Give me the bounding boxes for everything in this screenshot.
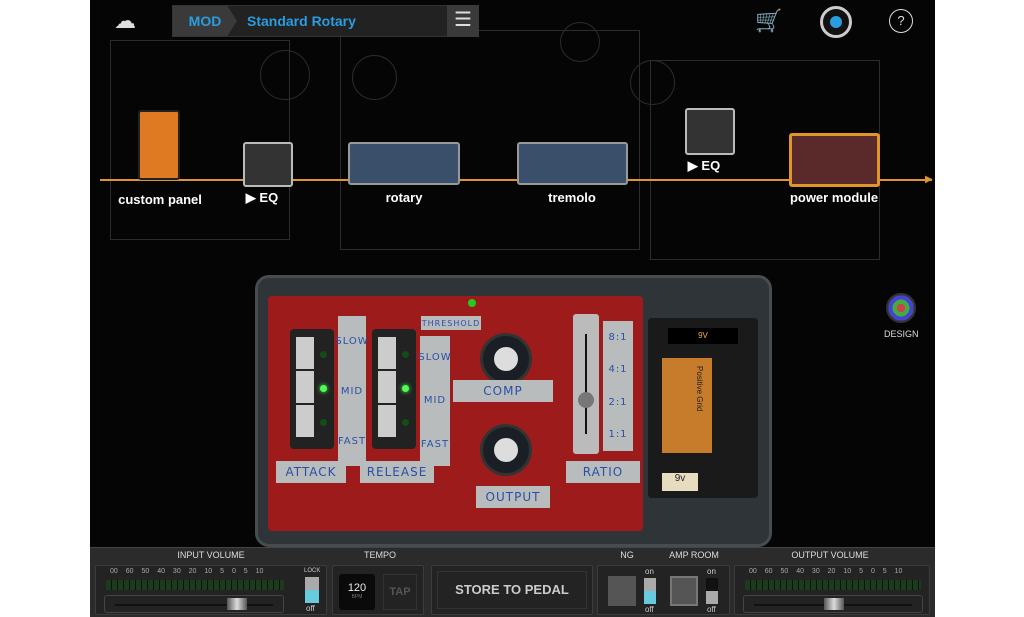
attack-options: SLOW MID FAST [335, 316, 368, 466]
release-options: SLOW MID FAST [418, 336, 451, 466]
attack-switch[interactable] [290, 329, 334, 449]
chain-arrow-icon: ▶ [925, 174, 933, 185]
lock-toggle[interactable] [305, 577, 319, 603]
gear-icon[interactable] [820, 6, 852, 38]
amp-room-label: AMP ROOM [669, 550, 719, 560]
chain-label-tremolo: tremolo [548, 190, 596, 205]
cloud-icon[interactable]: ☁ [114, 8, 148, 34]
chain-label-eq-1: ▶ EQ [245, 190, 279, 205]
release-fast[interactable]: FAST [421, 439, 449, 450]
input-volume-slider[interactable] [104, 595, 284, 613]
output-volume-label: OUTPUT VOLUME [791, 550, 869, 560]
input-volume-panel: 00 60 50 40 30 20 10 5 0 5 10 LOCK off [95, 565, 327, 615]
attack-slow[interactable]: SLOW [335, 336, 368, 347]
eq-unit-1[interactable] [243, 142, 293, 187]
tempo-label: TEMPO [363, 550, 397, 560]
battery: Positive Grid [662, 358, 712, 453]
tremolo-unit[interactable] [517, 142, 628, 185]
attack-fast[interactable]: FAST [338, 436, 366, 447]
ng-amp-room-panel: on off on off [597, 565, 730, 615]
bpm-value: 120 [347, 582, 367, 594]
tap-button[interactable]: TAP [383, 574, 417, 610]
power-module-unit[interactable] [789, 133, 880, 187]
output-level-meter [745, 580, 921, 590]
threshold-led [468, 299, 476, 307]
store-panel: STORE TO PEDAL [431, 565, 593, 615]
tempo-panel: 120 BPM TAP [332, 565, 424, 615]
battery-tag: 9v [662, 473, 698, 491]
chain-label-power-module: power module [789, 190, 879, 205]
input-meter-scale: 00 60 50 40 30 20 10 5 0 5 10 [110, 568, 264, 575]
preset-selector[interactable]: MOD Standard Rotary ▼ [172, 5, 479, 37]
lock-label: LOCK [304, 568, 321, 574]
bpm-unit: BPM [351, 594, 363, 600]
amp-room-toggle[interactable] [706, 578, 718, 604]
threshold-label: THRESHOLD [421, 316, 481, 330]
attack-label: ATTACK [276, 461, 346, 483]
pcb-board: THRESHOLD SLOW MID FAST SLOW MID FAST AT… [268, 296, 643, 531]
ratio-4-1: 4:1 [608, 364, 628, 376]
battery-voltage: 9V [668, 328, 738, 344]
input-level-meter [106, 580, 284, 590]
menu-icon[interactable]: ☰ [447, 5, 479, 37]
ratio-8-1: 8:1 [608, 331, 628, 343]
design-icon[interactable] [886, 293, 916, 323]
amp-room-icon [670, 576, 698, 606]
release-switch[interactable] [372, 329, 416, 449]
output-volume-panel: 00 60 50 40 30 20 10 5 0 5 10 [734, 565, 930, 615]
ratio-options: 8:1 4:1 2:1 1:1 [603, 321, 633, 451]
amp-room-on-label: on [707, 567, 716, 576]
output-knob[interactable] [480, 424, 532, 476]
custom-panel-pedal[interactable] [138, 110, 180, 180]
output-volume-slider[interactable] [743, 595, 923, 613]
attack-mid[interactable]: MID [341, 386, 363, 397]
amp-room-off-label: off [707, 605, 716, 614]
chain-label-rotary: rotary [385, 190, 423, 205]
rotary-unit[interactable] [348, 142, 460, 185]
noise-gate-icon [608, 576, 636, 606]
chain-label-eq-2: ▶ EQ [687, 158, 721, 173]
app: ☁ MOD Standard Rotary ▼ ☰ 🛒 ? ▶ custom p… [90, 0, 935, 617]
compressor-pedal: THRESHOLD SLOW MID FAST SLOW MID FAST AT… [255, 275, 772, 547]
bottom-control-bar: INPUT VOLUME TEMPO NG AMP ROOM OUTPUT VO… [90, 547, 935, 617]
mod-label[interactable]: MOD [173, 6, 237, 36]
design-label[interactable]: DESIGN [884, 329, 919, 339]
bpm-display[interactable]: 120 BPM [339, 574, 375, 610]
help-icon[interactable]: ? [889, 9, 913, 33]
output-label: OUTPUT [476, 486, 550, 508]
ratio-slider[interactable] [573, 314, 599, 454]
store-to-pedal-button[interactable]: STORE TO PEDAL [437, 571, 587, 609]
release-mid[interactable]: MID [424, 395, 446, 406]
transistor-symbol [560, 22, 600, 62]
chain-label-custom-panel: custom panel [118, 192, 202, 207]
output-meter-scale: 00 60 50 40 30 20 10 5 0 5 10 [749, 568, 903, 575]
input-volume-thumb[interactable] [227, 598, 247, 610]
ratio-label: RATIO [566, 461, 640, 483]
output-volume-thumb[interactable] [824, 598, 844, 610]
ng-off-label: off [645, 605, 654, 614]
preset-name[interactable]: Standard Rotary [247, 13, 458, 29]
release-slow[interactable]: SLOW [418, 352, 451, 363]
transistor-symbol [352, 55, 397, 100]
comp-knob[interactable] [480, 333, 532, 385]
ng-on-label: on [645, 567, 654, 576]
input-volume-label: INPUT VOLUME [177, 550, 245, 560]
ng-label: NG [620, 550, 634, 560]
ratio-slider-thumb[interactable] [578, 392, 594, 408]
transistor-symbol [260, 50, 310, 100]
eq-unit-2[interactable] [685, 108, 735, 155]
lock-state: off [306, 604, 315, 613]
cart-icon[interactable]: 🛒 [755, 8, 782, 34]
transistor-symbol [630, 60, 675, 105]
ratio-1-1: 1:1 [608, 429, 628, 441]
release-label: RELEASE [360, 461, 434, 483]
comp-label: COMP [453, 380, 553, 402]
ratio-2-1: 2:1 [608, 396, 628, 408]
battery-compartment: 9V Positive Grid 9v [648, 318, 758, 498]
ng-toggle[interactable] [644, 578, 656, 604]
